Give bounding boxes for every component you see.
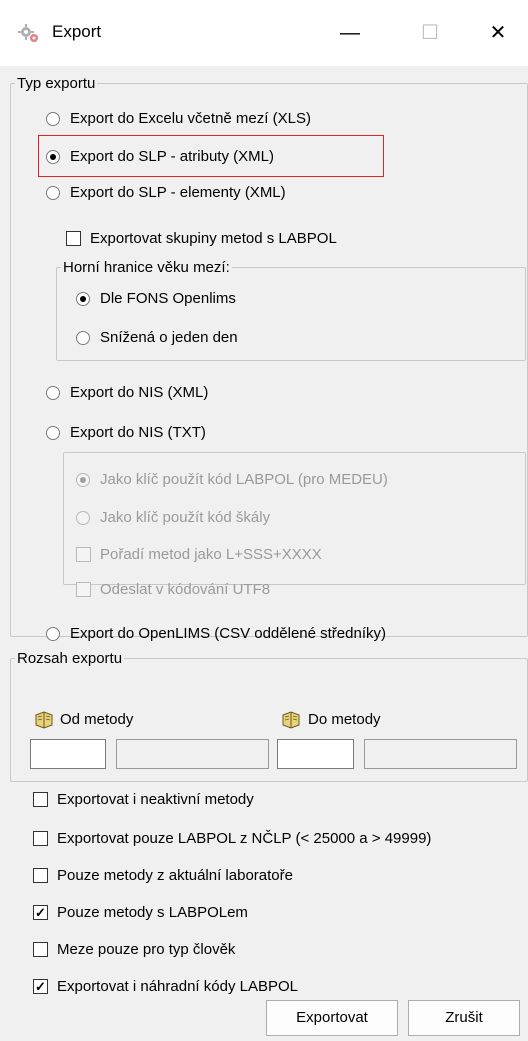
book-icon[interactable] [34,711,54,729]
radio-label: Snížená o jeden den [100,329,238,346]
radio-indicator[interactable] [46,426,60,440]
od-metody-name-field [116,739,269,769]
do-metody-code-input[interactable] [277,739,354,769]
radio-indicator[interactable] [76,331,90,345]
od-metody-label: Od metody [60,711,134,728]
radio-indicator[interactable] [46,186,60,200]
checkbox-label: Odeslat v kódování UTF8 [100,581,271,598]
radio-indicator[interactable] [46,112,60,126]
radio-label: Jako klíč použít kód LABPOL (pro MEDEU) [100,471,388,488]
radio-label: Export do OpenLIMS (CSV oddělené střední… [70,625,386,642]
radio-indicator[interactable] [76,473,90,487]
app-gear-icon [18,24,38,42]
checkbox-label: Pořadí metod jako L+SSS+XXXX [100,546,322,563]
checkbox-indicator[interactable] [76,547,91,562]
radio-label: Export do SLP - atributy (XML) [70,148,274,165]
od-metody-code-input[interactable] [30,739,106,769]
book-icon[interactable] [281,711,301,729]
radio-indicator[interactable] [76,292,90,306]
radio-label: Export do NIS (TXT) [70,424,206,441]
radio-label: Export do Excelu včetně mezí (XLS) [70,110,311,127]
close-button[interactable]: ✕ [478,14,518,52]
radio-indicator[interactable] [46,150,60,164]
title-bar: Export — ☐ ✕ [0,0,528,66]
checkbox-indicator[interactable] [33,792,48,807]
export-button[interactable]: Exportovat [266,1000,398,1036]
checkbox-indicator[interactable] [66,231,81,246]
checkbox-label: Pouze metody s LABPOLem [57,904,248,921]
radio-indicator[interactable] [46,627,60,641]
checkbox-label: Pouze metody z aktuální laboratoře [57,867,293,884]
minimize-button[interactable]: — [330,14,370,52]
export-window: Export — ☐ ✕ Typ exportu Export do Excel… [0,0,528,1041]
radio-indicator[interactable] [46,386,60,400]
checkbox-indicator[interactable] [33,942,48,957]
cancel-button[interactable]: Zrušit [408,1000,520,1036]
radio-label: Dle FONS Openlims [100,290,236,307]
horni-hranice-legend: Horní hranice věku mezí: [63,259,230,276]
do-metody-label: Do metody [308,711,381,728]
window-title: Export [52,22,102,41]
checkbox-indicator[interactable]: ✓ [33,905,48,920]
checkbox-label: Meze pouze pro typ člověk [57,941,236,958]
checkbox-indicator[interactable] [76,582,91,597]
checkbox-indicator[interactable] [33,868,48,883]
radio-label: Export do SLP - elementy (XML) [70,184,286,201]
rozsah-exportu-legend: Rozsah exportu [17,650,123,667]
checkbox-label: Exportovat i náhradní kódy LABPOL [57,978,298,995]
radio-label: Jako klíč použít kód škály [100,509,271,526]
radio-label: Export do NIS (XML) [70,384,209,401]
checkbox-indicator[interactable]: ✓ [33,979,48,994]
checkbox-label: Exportovat pouze LABPOL z NČLP (< 25000 … [57,830,432,847]
do-metody-name-field [364,739,517,769]
typ-exportu-legend: Typ exportu [17,75,96,92]
radio-indicator[interactable] [76,511,90,525]
checkbox-label: Exportovat i neaktivní metody [57,791,254,808]
maximize-button[interactable]: ☐ [410,14,450,52]
checkbox-indicator[interactable] [33,831,48,846]
checkbox-label: Exportovat skupiny metod s LABPOL [90,230,337,247]
